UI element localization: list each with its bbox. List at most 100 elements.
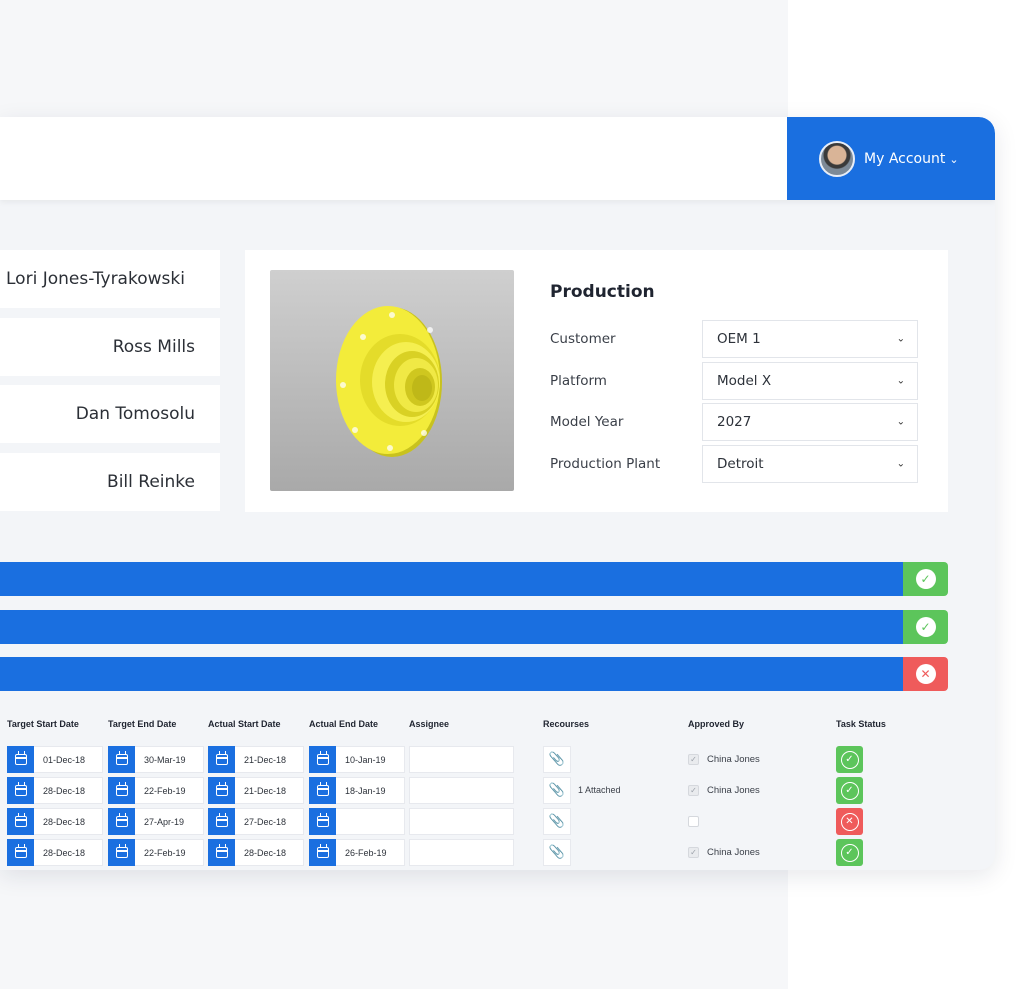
header-assignee: Assignee — [409, 719, 450, 729]
actual-start-date-field[interactable]: 28-Dec-18 — [208, 839, 304, 866]
calendar-button[interactable] — [208, 746, 235, 773]
task-status-button[interactable]: ✓ — [836, 839, 863, 866]
calendar-button[interactable] — [309, 746, 336, 773]
header-task-status: Task Status — [836, 719, 886, 729]
calendar-icon — [316, 751, 329, 765]
calendar-button[interactable] — [7, 839, 34, 866]
actual-start-date-field[interactable]: 27-Dec-18 — [208, 808, 304, 835]
calendar-icon — [115, 782, 128, 796]
assignee-input[interactable] — [409, 777, 514, 804]
attachment-count: 1 Attached — [578, 785, 621, 795]
header-target-end: Target End Date — [108, 719, 177, 729]
person-name: Bill Reinke — [107, 472, 195, 492]
assignee-input[interactable] — [409, 839, 514, 866]
attach-button[interactable]: 📎 — [543, 808, 571, 835]
target-start-date-field[interactable]: 28-Dec-18 — [7, 777, 103, 804]
target-end-date-field[interactable]: 22-Feb-19 — [108, 839, 204, 866]
approved-checkbox[interactable]: ✓ — [688, 785, 699, 796]
actual-end-date-field[interactable]: 18-Jan-19 — [309, 777, 405, 804]
calendar-button[interactable] — [208, 839, 235, 866]
app-window: My Account ⌄ Lori Jones-Tyrakowski Ross … — [0, 117, 995, 870]
approver-name: China Jones — [707, 847, 760, 858]
calendar-button[interactable] — [7, 777, 34, 804]
section-status-rejected[interactable]: ✕ — [903, 657, 948, 691]
calendar-button[interactable] — [7, 746, 34, 773]
calendar-button[interactable] — [309, 808, 336, 835]
calendar-icon — [316, 782, 329, 796]
approver-name: China Jones — [707, 785, 760, 796]
production-panel: Production Customer OEM 1 ⌄ Platform Mod… — [245, 250, 948, 512]
calendar-button[interactable] — [208, 777, 235, 804]
calendar-icon — [115, 844, 128, 858]
date-value: 28-Dec-18 — [244, 847, 287, 858]
production-plant-select[interactable]: Detroit ⌄ — [702, 445, 918, 483]
actual-end-date-field[interactable]: 26-Feb-19 — [309, 839, 405, 866]
calendar-icon — [316, 844, 329, 858]
date-value: 28-Dec-18 — [43, 816, 86, 827]
approved-checkbox[interactable]: ✓ — [688, 847, 699, 858]
target-start-date-field[interactable]: 28-Dec-18 — [7, 808, 103, 835]
calendar-button[interactable] — [7, 808, 34, 835]
my-account-menu[interactable]: My Account ⌄ — [787, 117, 995, 200]
actual-end-date-field[interactable]: 10-Jan-19 — [309, 746, 405, 773]
calendar-icon — [115, 813, 128, 827]
calendar-button[interactable] — [108, 808, 135, 835]
paperclip-icon: 📎 — [548, 845, 566, 860]
part-image — [270, 270, 514, 491]
section-status-complete[interactable]: ✓ — [903, 562, 948, 596]
assignee-input[interactable] — [409, 746, 514, 773]
platform-select[interactable]: Model X ⌄ — [702, 362, 918, 400]
field-label-production-plant: Production Plant — [550, 456, 661, 472]
model-year-select[interactable]: 2027 ⌄ — [702, 403, 918, 441]
section-bar[interactable] — [0, 562, 903, 596]
date-value: 27-Dec-18 — [244, 816, 287, 827]
calendar-button[interactable] — [309, 839, 336, 866]
person-card[interactable]: Ross Mills — [0, 318, 220, 376]
date-value: 26-Feb-19 — [345, 847, 387, 858]
calendar-icon — [215, 751, 228, 765]
task-status-button[interactable]: ✕ — [836, 808, 863, 835]
actual-start-date-field[interactable]: 21-Dec-18 — [208, 746, 304, 773]
calendar-button[interactable] — [108, 839, 135, 866]
section-bar[interactable] — [0, 657, 903, 691]
calendar-icon — [14, 751, 27, 765]
calendar-icon — [215, 782, 228, 796]
target-start-date-field[interactable]: 01-Dec-18 — [7, 746, 103, 773]
target-end-date-field[interactable]: 30-Mar-19 — [108, 746, 204, 773]
actual-start-date-field[interactable]: 21-Dec-18 — [208, 777, 304, 804]
attach-button[interactable]: 📎 — [543, 746, 571, 773]
task-status-button[interactable]: ✓ — [836, 777, 863, 804]
person-card[interactable]: Dan Tomosolu — [0, 385, 220, 443]
calendar-button[interactable] — [208, 808, 235, 835]
calendar-button[interactable] — [108, 746, 135, 773]
calendar-icon — [14, 782, 27, 796]
attach-button[interactable]: 📎 — [543, 777, 571, 804]
approved-checkbox[interactable] — [688, 816, 699, 827]
customer-select[interactable]: OEM 1 ⌄ — [702, 320, 918, 358]
approved-checkbox[interactable]: ✓ — [688, 754, 699, 765]
person-card[interactable]: Lori Jones-Tyrakowski — [0, 250, 220, 308]
chevron-down-icon: ⌄ — [949, 153, 959, 166]
target-end-date-field[interactable]: 27-Apr-19 — [108, 808, 204, 835]
person-name: Lori Jones-Tyrakowski — [6, 269, 185, 289]
field-label-model-year: Model Year — [550, 414, 624, 430]
target-end-date-field[interactable]: 22-Feb-19 — [108, 777, 204, 804]
target-start-date-field[interactable]: 28-Dec-18 — [7, 839, 103, 866]
section-status-complete[interactable]: ✓ — [903, 610, 948, 644]
assignee-input[interactable] — [409, 808, 514, 835]
calendar-button[interactable] — [108, 777, 135, 804]
person-card[interactable]: Bill Reinke — [0, 453, 220, 511]
date-value: 18-Jan-19 — [345, 785, 386, 796]
task-status-button[interactable]: ✓ — [836, 746, 863, 773]
avatar — [819, 140, 855, 177]
calendar-button[interactable] — [309, 777, 336, 804]
actual-end-date-field[interactable] — [309, 808, 405, 835]
date-value: 28-Dec-18 — [43, 847, 86, 858]
section-bar[interactable] — [0, 610, 903, 644]
attach-button[interactable]: 📎 — [543, 839, 571, 866]
header-actual-start: Actual Start Date — [208, 719, 281, 729]
check-circle-icon: ✓ — [915, 569, 936, 589]
my-account-label: My Account — [864, 150, 946, 167]
date-value: 21-Dec-18 — [244, 754, 287, 765]
date-value: 22-Feb-19 — [144, 847, 186, 858]
